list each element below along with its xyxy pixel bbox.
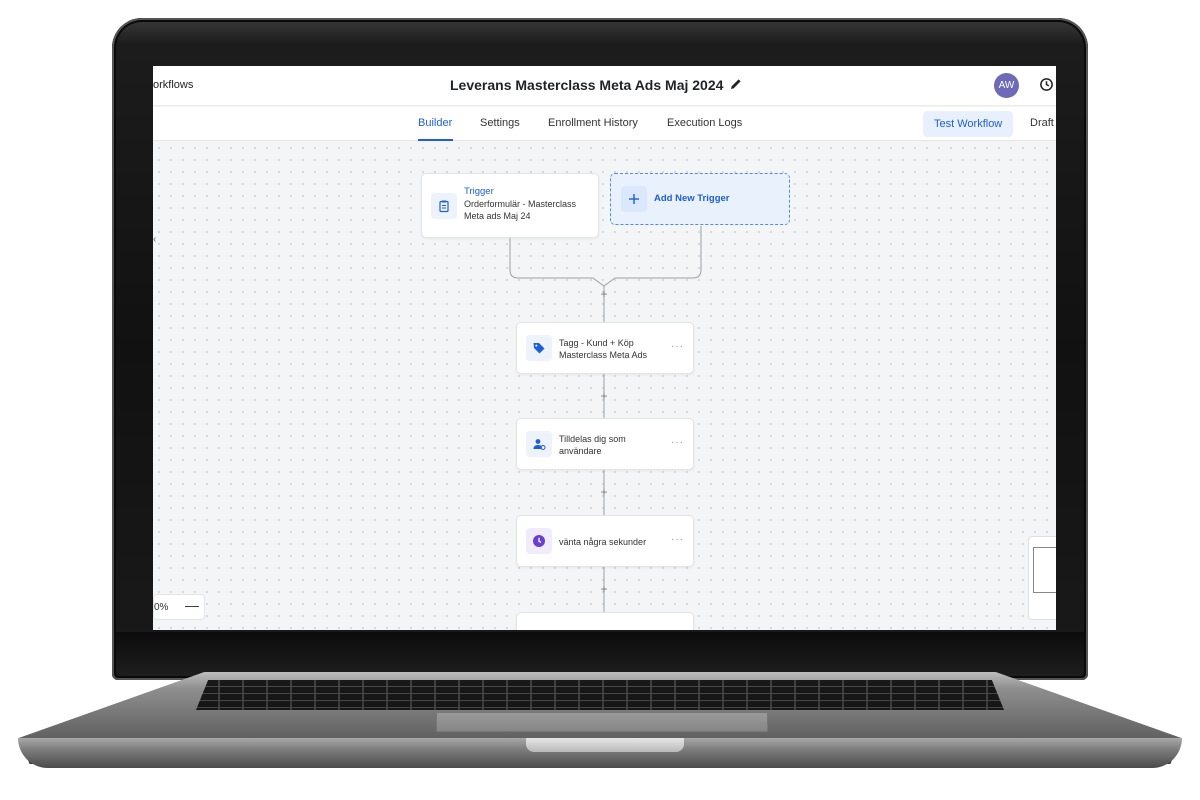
more-options-icon[interactable]: ··· <box>671 341 684 352</box>
laptop-notch <box>526 738 684 752</box>
workflow-step[interactable]: vänta några sekunder ··· <box>516 515 694 567</box>
plus-icon <box>621 186 647 212</box>
add-step-plus[interactable]: + <box>598 390 610 402</box>
add-step-plus[interactable]: + <box>598 288 610 300</box>
breadcrumb-workflows[interactable]: orkflows <box>153 79 193 91</box>
more-options-icon[interactable]: ··· <box>671 437 684 448</box>
trigger-name-line1: Orderformulär - Masterclass <box>464 199 577 209</box>
clock-icon <box>526 528 552 554</box>
add-step-plus[interactable]: + <box>598 583 610 595</box>
laptop-trackpad <box>436 712 768 732</box>
step-text-line1: Tagg - Kund + Köp <box>559 338 634 348</box>
laptop-keyboard <box>196 680 1004 710</box>
collapse-icon[interactable]: ‹ <box>153 234 156 245</box>
minimap-viewport[interactable] <box>1033 547 1056 593</box>
step-text-line2: Masterclass Meta Ads <box>559 350 648 360</box>
tab-execution-logs[interactable]: Execution Logs <box>667 117 742 129</box>
tab-bar: Builder Settings Enrollment History Exec… <box>153 107 1056 141</box>
step-text-line1: Tilldelas dig som <box>559 434 626 444</box>
add-new-trigger-button[interactable]: Add New Trigger <box>610 173 790 225</box>
trigger-node[interactable]: Trigger Orderformulär - Masterclass Meta… <box>421 173 599 238</box>
screen: orkflows Leverans Masterclass Meta Ads M… <box>153 66 1056 630</box>
zoom-out-button[interactable]: — <box>185 597 199 613</box>
step-text: Tilldelas dig som användare <box>559 433 626 457</box>
workflow-step-partial[interactable] <box>516 612 694 630</box>
assign-user-icon <box>526 431 552 457</box>
trigger-text: Trigger Orderformulär - Masterclass Meta… <box>464 186 576 222</box>
tab-settings[interactable]: Settings <box>480 117 520 129</box>
step-text: Tagg - Kund + Köp Masterclass Meta Ads <box>559 337 647 361</box>
avatar[interactable]: AW <box>994 73 1019 98</box>
history-icon[interactable] <box>1039 77 1054 92</box>
add-step-plus[interactable]: + <box>598 486 610 498</box>
add-new-trigger-label: Add New Trigger <box>654 193 730 204</box>
pencil-icon[interactable] <box>729 77 743 91</box>
top-bar: orkflows Leverans Masterclass Meta Ads M… <box>153 66 1056 106</box>
tab-builder[interactable]: Builder <box>418 117 452 129</box>
step-text-line1: vänta några sekunder <box>559 537 647 547</box>
workflow-title: Leverans Masterclass Meta Ads Maj 2024 <box>450 77 724 93</box>
workflow-step[interactable]: Tagg - Kund + Köp Masterclass Meta Ads ·… <box>516 322 694 374</box>
step-text-line2: användare <box>559 446 602 456</box>
active-tab-indicator <box>418 139 453 141</box>
tag-icon <box>526 335 552 361</box>
workflow-step[interactable]: Tilldelas dig som användare ··· <box>516 418 694 470</box>
minimap[interactable] <box>1028 536 1056 620</box>
test-workflow-button[interactable]: Test Workflow <box>923 111 1014 137</box>
draft-status[interactable]: Draft <box>1030 117 1054 129</box>
more-options-icon[interactable]: ··· <box>671 534 684 545</box>
zoom-level: 0% <box>154 602 169 613</box>
trigger-name-line2: Meta ads Maj 24 <box>464 211 531 221</box>
trigger-label: Trigger <box>464 186 494 197</box>
clipboard-icon <box>431 193 457 219</box>
tab-enrollment-history[interactable]: Enrollment History <box>548 117 638 129</box>
zoom-controls: 0% — <box>153 594 205 620</box>
laptop-bezel <box>116 632 1084 676</box>
